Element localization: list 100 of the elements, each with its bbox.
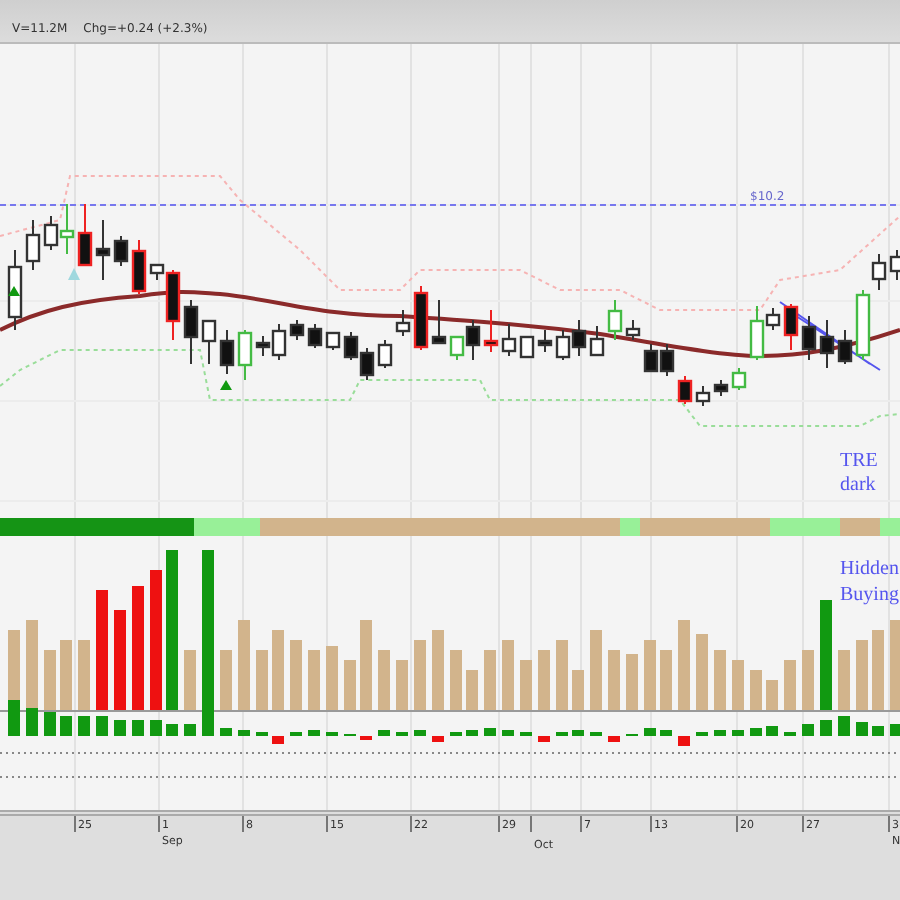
histogram-bar	[8, 700, 20, 736]
histogram-bar	[26, 708, 38, 736]
volume-bar	[678, 620, 690, 710]
tick-mark	[736, 816, 738, 832]
chart-note: TRE	[840, 450, 878, 472]
histogram-bar	[220, 728, 232, 736]
signal-arrow-icon	[8, 286, 20, 296]
volume-bar	[572, 670, 584, 710]
volume-bar	[856, 640, 868, 710]
tick-mark	[242, 816, 244, 832]
histogram-bar	[838, 716, 850, 736]
chart-note: dark	[840, 474, 876, 496]
histogram-bar	[78, 716, 90, 736]
chart-note: Hidden	[840, 558, 899, 580]
histogram-bar	[678, 736, 690, 746]
tick-mark	[888, 816, 890, 832]
histogram-bar	[732, 730, 744, 736]
volume-bar	[238, 620, 250, 710]
volume-bar	[872, 630, 884, 710]
histogram-bar	[466, 730, 478, 736]
volume-bar	[256, 650, 268, 710]
histogram-bar	[432, 736, 444, 742]
volume-bar	[396, 660, 408, 710]
histogram-bar	[608, 736, 620, 742]
volume-bar	[360, 620, 372, 710]
volume-bar	[802, 650, 814, 710]
volume-bar	[378, 650, 390, 710]
volume-bar	[626, 654, 638, 710]
histogram-bar	[44, 712, 56, 736]
tick-mark	[326, 816, 328, 832]
tick-mark	[74, 816, 76, 832]
volume-bar	[114, 610, 126, 710]
volume-bar	[450, 650, 462, 710]
volume-bar	[290, 640, 302, 710]
histogram-bar	[890, 724, 900, 736]
tick-mark	[498, 816, 500, 832]
histogram-bar	[378, 730, 390, 736]
tick-mark	[530, 816, 532, 832]
tick-mark	[158, 816, 160, 832]
volume-bar	[590, 630, 602, 710]
channel-lines	[779, 301, 881, 371]
volume-bar	[272, 630, 284, 710]
histogram-bar	[538, 736, 550, 742]
volume-bar	[132, 586, 144, 710]
volume-bar	[784, 660, 796, 710]
tick-mark	[650, 816, 652, 832]
histogram-bar	[238, 730, 250, 736]
tick-mark	[802, 816, 804, 832]
histogram-bar	[484, 728, 496, 736]
chart-note: Buying	[840, 584, 899, 606]
volume-bar	[220, 650, 232, 710]
volume-bar	[44, 650, 56, 710]
tick-mark	[580, 816, 582, 832]
histogram-bar	[766, 726, 778, 736]
volume-bar	[644, 640, 656, 710]
histogram-bar	[644, 728, 656, 736]
volume-bar	[26, 620, 38, 710]
volume-bar	[556, 640, 568, 710]
volume-bar	[326, 646, 338, 710]
histogram-bar	[150, 720, 162, 736]
histogram-bar	[60, 716, 72, 736]
histogram-bar	[308, 730, 320, 736]
histogram-bar	[502, 730, 514, 736]
tick-mark	[410, 816, 412, 832]
volume-bar	[838, 650, 850, 710]
volume-bar	[766, 680, 778, 710]
volume-bar	[502, 640, 514, 710]
volume-bar	[890, 620, 900, 710]
histogram-bar	[414, 730, 426, 736]
histogram-bar	[166, 724, 178, 736]
volume-bar	[732, 660, 744, 710]
volume-bar	[484, 650, 496, 710]
volume-bar	[184, 650, 196, 710]
histogram-bar	[184, 724, 196, 736]
volume-bar	[520, 660, 532, 710]
histogram-bar	[856, 722, 868, 736]
volume-bar	[538, 650, 550, 710]
histogram-bar	[802, 724, 814, 736]
histogram-bar	[272, 736, 284, 744]
volume-bar	[750, 670, 762, 710]
volume-bar	[660, 650, 672, 710]
histogram-bar	[820, 720, 832, 736]
histogram-bar	[750, 728, 762, 736]
histogram-bar	[572, 730, 584, 736]
volume-bar	[820, 600, 832, 710]
volume-bar	[466, 670, 478, 710]
histogram-bar	[660, 730, 672, 736]
volume-bar	[414, 640, 426, 710]
histogram-bar	[872, 726, 884, 736]
volume-bar	[696, 634, 708, 710]
histogram-bar	[114, 720, 126, 736]
histogram-bar	[132, 720, 144, 736]
volume-bar	[344, 660, 356, 710]
volume-bar	[308, 650, 320, 710]
signal-arrow-icon	[220, 380, 232, 390]
volume-bar	[78, 640, 90, 710]
volume-bar	[432, 630, 444, 710]
volume-bar	[96, 590, 108, 710]
volume-bar	[60, 640, 72, 710]
histogram-bar	[96, 716, 108, 736]
